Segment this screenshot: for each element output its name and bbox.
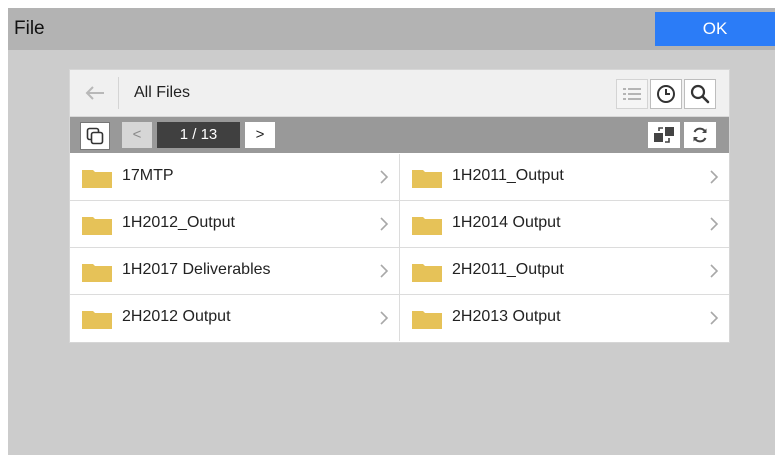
refresh-icon — [693, 127, 707, 143]
folder-name: 17MTP — [122, 167, 174, 184]
folder-icon — [82, 264, 112, 282]
screen: File OK All Files < 1 / 13 > 17MTP 1H201… — [0, 0, 775, 455]
folder-icon — [412, 170, 442, 188]
page-indicator: 1 / 13 — [157, 122, 240, 148]
folder-name: 1H2014 Output — [452, 214, 561, 231]
folder-icon — [82, 170, 112, 188]
list-view-icon — [623, 88, 641, 100]
multi-select-button[interactable] — [80, 122, 110, 150]
chevron-right-icon — [380, 217, 389, 231]
search-button[interactable] — [684, 79, 716, 109]
folder-item[interactable]: 1H2011_Output — [400, 154, 729, 201]
chevron-right-icon — [710, 217, 719, 231]
search-icon — [690, 84, 710, 104]
dialog-title: File — [14, 18, 45, 39]
move-button[interactable] — [648, 122, 680, 148]
list-view-button[interactable] — [616, 79, 648, 109]
previous-page-button[interactable]: < — [122, 122, 152, 148]
header-divider — [118, 77, 119, 109]
folder-name: 1H2011_Output — [452, 167, 564, 184]
ok-button[interactable]: OK — [655, 12, 775, 46]
file-browser: All Files < 1 / 13 > 17MTP 1H2011_Output… — [69, 69, 730, 343]
title-bar: File OK — [8, 8, 775, 50]
folder-item[interactable]: 2H2013 Output — [400, 295, 729, 341]
arrow-left-icon — [85, 86, 104, 100]
folder-item[interactable]: 1H2017 Deliverables — [70, 248, 400, 295]
clock-icon — [657, 85, 675, 103]
browser-header: All Files — [70, 70, 729, 117]
move-icon — [654, 127, 674, 143]
chevron-right-icon — [710, 170, 719, 184]
folder-item[interactable]: 2H2011_Output — [400, 248, 729, 295]
folder-name: 2H2013 Output — [452, 308, 561, 325]
folder-item[interactable]: 1H2014 Output — [400, 201, 729, 248]
chevron-right-icon — [380, 170, 389, 184]
file-dialog: File OK All Files < 1 / 13 > 17MTP 1H201… — [8, 8, 775, 455]
folder-item[interactable]: 2H2012 Output — [70, 295, 400, 341]
folder-name: 1H2017 Deliverables — [122, 261, 271, 278]
folder-icon — [82, 311, 112, 329]
folder-icon — [412, 217, 442, 235]
chevron-right-icon — [710, 311, 719, 325]
chevron-right-icon — [380, 311, 389, 325]
next-page-button[interactable]: > — [245, 122, 275, 148]
folder-icon — [412, 311, 442, 329]
folder-name: 1H2012_Output — [122, 214, 235, 231]
folder-name: 2H2011_Output — [452, 261, 564, 278]
chevron-right-icon — [380, 264, 389, 278]
refresh-button[interactable] — [684, 122, 716, 148]
recent-files-button[interactable] — [650, 79, 682, 109]
chevron-right-icon — [710, 264, 719, 278]
folder-item[interactable]: 1H2012_Output — [70, 201, 400, 248]
folder-name: 2H2012 Output — [122, 308, 231, 325]
multi-select-icon — [86, 127, 104, 145]
folder-icon — [412, 264, 442, 282]
back-button[interactable] — [80, 79, 110, 107]
folder-grid: 17MTP 1H2011_Output 1H2012_Output 1H2014… — [70, 154, 729, 342]
folder-item[interactable]: 17MTP — [70, 154, 400, 201]
folder-path-title: All Files — [134, 84, 191, 101]
folder-icon — [82, 217, 112, 235]
pager-toolbar: < 1 / 13 > — [70, 117, 729, 153]
